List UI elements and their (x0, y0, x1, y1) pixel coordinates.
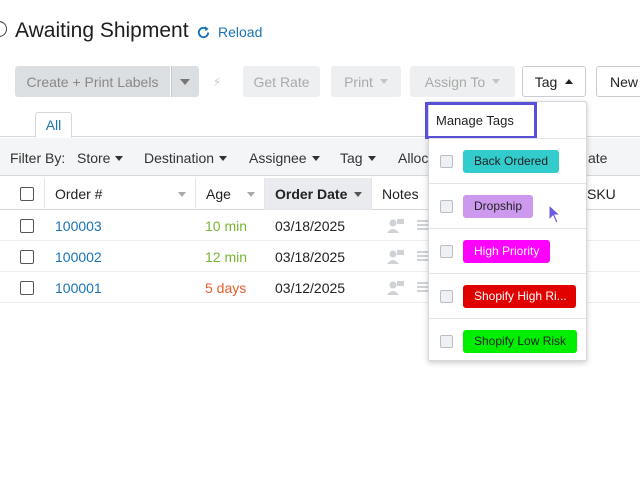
filter-allocation-label: Alloc (398, 150, 429, 166)
column-sku-label: SKU (587, 186, 616, 202)
customer-note-icon[interactable] (387, 218, 405, 234)
create-print-labels-button[interactable]: Create + Print Labels (15, 66, 170, 97)
chevron-down-icon (379, 79, 388, 84)
order-age: 10 min (205, 217, 248, 234)
radio-icon[interactable] (0, 21, 7, 37)
select-all-cell (0, 178, 45, 210)
chevron-down-icon (219, 155, 228, 161)
mouse-cursor-icon (548, 204, 562, 224)
assign-to-label: Assign To (424, 73, 486, 90)
row-checkbox[interactable] (20, 280, 34, 295)
create-print-labels-label: Create + Print Labels (26, 73, 159, 90)
order-date: 03/18/2025 (275, 217, 346, 234)
tag-checkbox[interactable] (440, 334, 453, 348)
tag-pill: Dropship (463, 194, 534, 218)
sort-icon (178, 192, 186, 197)
chevron-down-icon (311, 155, 320, 161)
tag-pill: Shopify Low Risk (463, 329, 578, 353)
toolbar: Create + Print Labels ⚡ Get Rate Print A… (0, 64, 640, 100)
get-rate-button[interactable]: Get Rate (243, 66, 320, 97)
column-notes-label: Notes (382, 186, 419, 202)
tag-label: Tag (534, 73, 558, 90)
tag-pill: Back Ordered (463, 149, 560, 173)
tag-checkbox[interactable] (440, 154, 453, 168)
row-checkbox-cell (20, 241, 34, 272)
chevron-down-icon (492, 79, 501, 84)
order-age: 5 days (205, 279, 247, 296)
print-label: Print (344, 73, 373, 90)
notes-cell (387, 210, 429, 241)
row-checkbox[interactable] (20, 249, 34, 264)
reload-icon (197, 25, 210, 38)
tag-option-shopify-high-risk[interactable]: Shopify High Ri... (429, 273, 586, 318)
column-order-number-label: Order # (55, 186, 103, 202)
filter-store-label: Store (77, 150, 111, 166)
customer-note-icon[interactable] (387, 249, 405, 265)
tag-option-high-priority[interactable]: High Priority (429, 228, 586, 273)
chevron-down-icon (367, 155, 376, 161)
filter-destination[interactable]: Destination (144, 150, 228, 166)
chevron-down-icon (180, 78, 190, 85)
create-options-dropdown-button[interactable] (171, 66, 199, 97)
row-checkbox[interactable] (20, 218, 34, 233)
tag-dropdown-menu: Manage Tags Back Ordered Dropship High P… (425, 101, 587, 363)
notes-cell (387, 272, 429, 303)
manage-tags-menu-item[interactable]: Manage Tags (425, 102, 537, 139)
tag-checkbox[interactable] (440, 244, 453, 258)
column-order-date-label: Order Date (275, 186, 348, 202)
filter-allocation[interactable]: Alloc (398, 150, 428, 166)
lightning-bolt-icon: ⚡ (212, 74, 222, 89)
row-checkbox-cell (20, 272, 34, 303)
print-button[interactable]: Print (331, 66, 401, 97)
chevron-down-icon (115, 155, 124, 161)
column-age-label: Age (206, 186, 231, 202)
page-header: Awaiting Shipment Reload (0, 0, 640, 64)
filter-assignee-label: Assignee (249, 150, 307, 166)
row-checkbox-cell (20, 210, 34, 241)
reload-button[interactable]: Reload (196, 24, 262, 40)
tag-checkbox[interactable] (440, 199, 453, 213)
notes-cell (387, 241, 429, 272)
chevron-up-icon (565, 79, 574, 84)
tab-all[interactable]: All (35, 112, 72, 138)
column-sku[interactable]: SKU (578, 178, 640, 210)
tab-all-label: All (45, 117, 62, 133)
tag-option-shopify-low-risk[interactable]: Shopify Low Risk (429, 318, 586, 363)
customer-note-icon[interactable] (387, 280, 405, 296)
select-all-checkbox[interactable] (20, 187, 34, 201)
filter-tag[interactable]: Tag (340, 150, 376, 166)
manage-tags-label: Manage Tags (436, 113, 514, 128)
new-label: New (610, 73, 639, 90)
tag-checkbox[interactable] (440, 289, 453, 303)
sort-icon (247, 192, 255, 197)
order-date: 03/18/2025 (275, 248, 346, 265)
filter-assignee[interactable]: Assignee (249, 150, 320, 166)
filter-date-label: ate (588, 150, 608, 166)
page-title: Awaiting Shipment (15, 19, 189, 42)
tag-option-dropship[interactable]: Dropship (429, 183, 586, 228)
order-number-link[interactable]: 100003 (55, 210, 102, 241)
new-button[interactable]: New (596, 66, 640, 97)
tag-option-back-ordered[interactable]: Back Ordered (429, 138, 586, 183)
tag-button[interactable]: Tag (522, 66, 586, 97)
sort-icon (354, 192, 362, 197)
filter-tag-label: Tag (340, 150, 363, 166)
reload-label: Reload (218, 24, 263, 40)
order-date: 03/12/2025 (275, 279, 346, 296)
column-order-date[interactable]: Order Date (265, 178, 372, 210)
assign-to-button[interactable]: Assign To (410, 66, 515, 97)
column-age[interactable]: Age (196, 178, 265, 210)
filter-date[interactable]: ate (588, 150, 607, 166)
filter-by-label: Filter By: (10, 150, 66, 166)
order-number-link[interactable]: 100002 (55, 241, 102, 272)
order-number-link[interactable]: 100001 (55, 272, 102, 303)
order-age: 12 min (205, 248, 248, 265)
filter-destination-label: Destination (144, 150, 215, 166)
tag-pill: Shopify High Ri... (463, 284, 576, 308)
tag-pill: High Priority (463, 239, 551, 263)
column-order-number[interactable]: Order # (45, 178, 196, 210)
get-rate-label: Get Rate (253, 73, 310, 90)
filter-store[interactable]: Store (77, 150, 124, 166)
